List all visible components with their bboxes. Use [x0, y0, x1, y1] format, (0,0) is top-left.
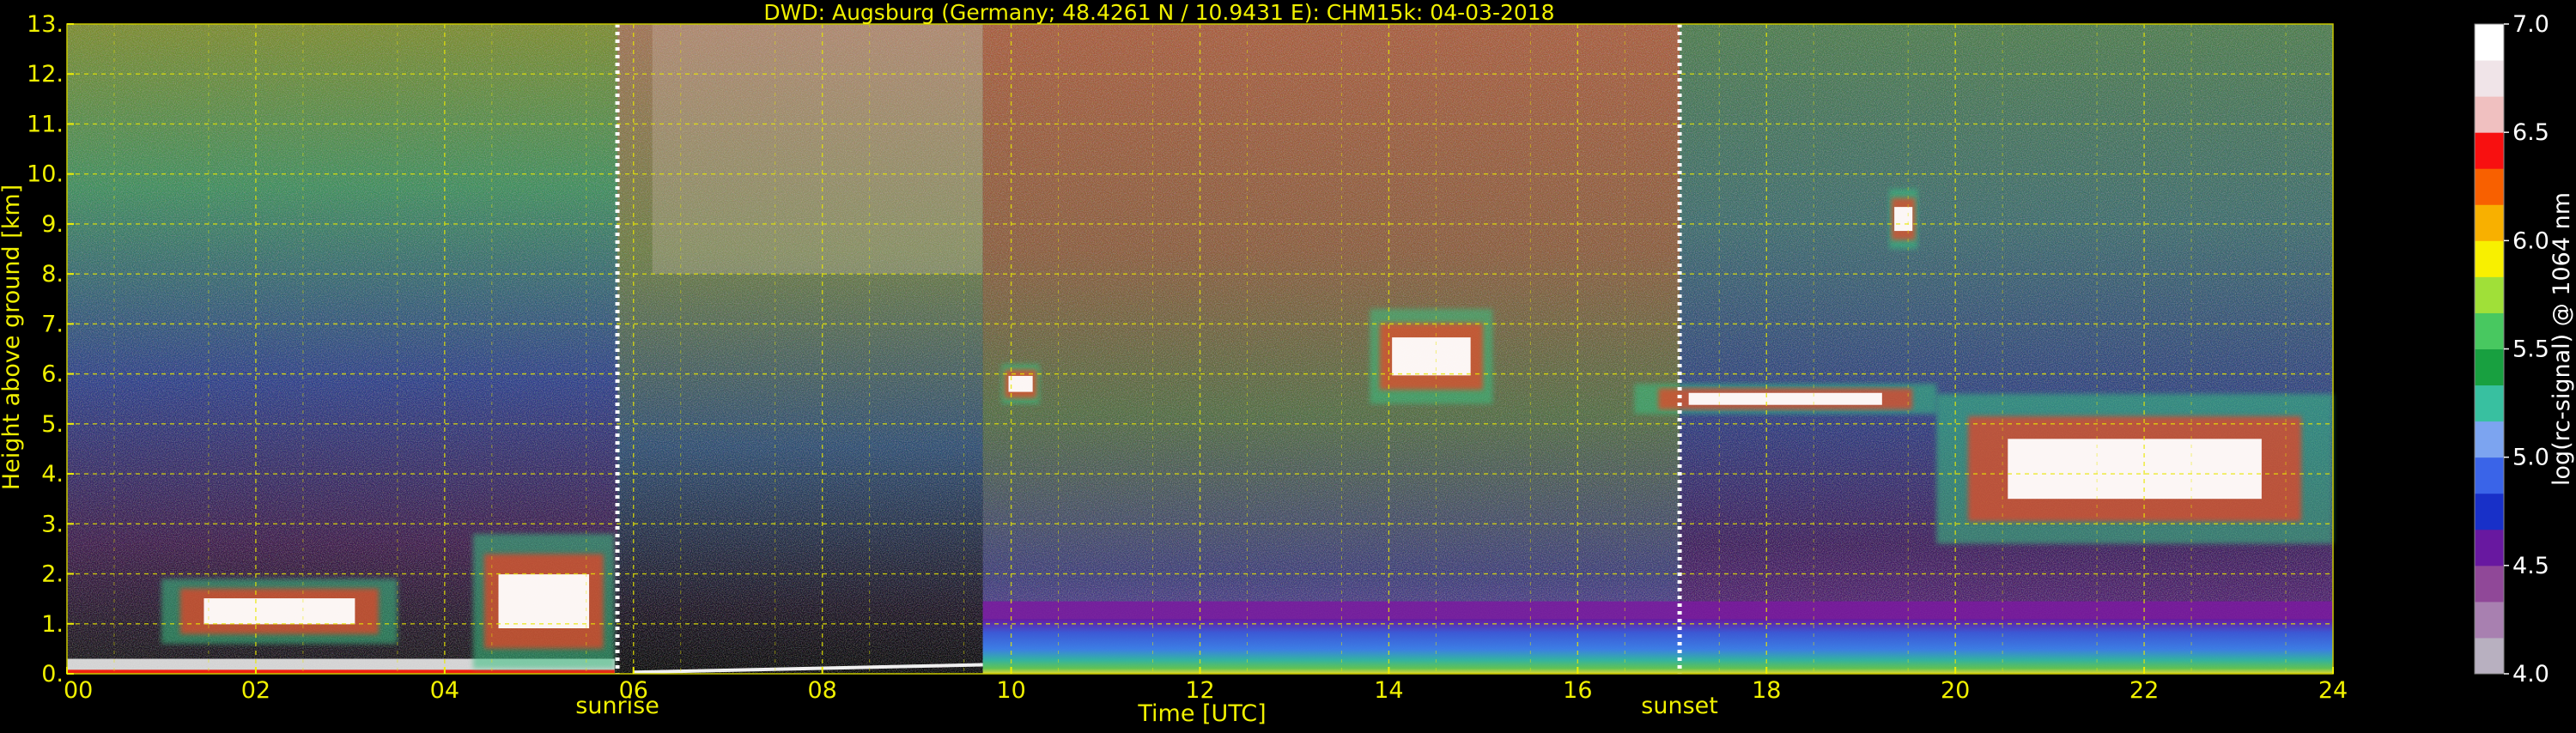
colorbar-segment-7 [2475, 385, 2504, 422]
colorbar-segment-11 [2475, 240, 2504, 277]
chart-title: DWD: Augsburg (Germany; 48.4261 N / 10.9… [763, 0, 1554, 25]
x-tick-label-9: 18 [1752, 677, 1781, 704]
y-tick-label-13: 13. [27, 11, 64, 38]
residual-layer-1 [982, 601, 2333, 619]
x-tick-label-4: 08 [807, 677, 836, 704]
y-axis-label: Height above ground [km] [0, 185, 25, 490]
colorbar-segment-0 [2475, 637, 2504, 675]
colorbar-tick-label-3: 5.5 [2512, 336, 2549, 363]
colorbar-segment-9 [2475, 312, 2504, 349]
colorbar-segment-12 [2475, 204, 2504, 241]
marker-label-sunset: sunset [1641, 693, 1718, 719]
colorbar-segment-16 [2475, 60, 2504, 97]
colorbar-segment-13 [2475, 168, 2504, 205]
x-axis-label: Time [UTC] [1137, 700, 1266, 727]
colorbar-segment-4 [2475, 493, 2504, 530]
colorbar-segment-3 [2475, 529, 2504, 566]
y-tick-label-9: 9. [41, 211, 64, 238]
chart-svg: sunrise sunset 00 02 04 06 08 10 12 14 16 18 20 22 24… [0, 0, 2575, 727]
x-tick-label-3: 06 [619, 677, 648, 704]
y-tick-label-8: 8. [41, 261, 64, 288]
y-tick-label-11: 11. [27, 111, 64, 137]
x-tick-label-2: 04 [430, 677, 459, 704]
colorbar-tick-label-4: 6.0 [2512, 227, 2549, 254]
x-tick-label-7: 14 [1374, 677, 1403, 704]
colorbar-segment-17 [2475, 24, 2504, 61]
colorbar-tick-label-1: 4.5 [2512, 553, 2549, 579]
y-tick-label-4: 4. [41, 461, 64, 488]
y-tick-label-0: 0. [41, 661, 64, 688]
colorbar-segment-8 [2475, 348, 2504, 386]
boundary-layer-1 [982, 618, 2333, 674]
colorbar-segment-6 [2475, 421, 2504, 458]
colorbar-segment-14 [2475, 132, 2504, 169]
cloud-core-5 [204, 598, 355, 625]
y-tick-label-5: 5. [41, 411, 64, 438]
x-tick-label-10: 20 [1941, 677, 1970, 704]
colorbar-tick-label-6: 7.0 [2512, 11, 2549, 38]
y-tick-label-2: 2. [41, 561, 64, 588]
x-tick-label-1: 02 [241, 677, 270, 704]
cloud-core-3 [1008, 375, 1033, 392]
colorbar-segment-10 [2475, 276, 2504, 313]
colorbar-segment-5 [2475, 457, 2504, 494]
y-tick-label-7: 7. [41, 311, 64, 337]
x-tick-label-5: 10 [996, 677, 1025, 704]
colorbar-segment-1 [2475, 601, 2504, 639]
daylight-noise [652, 24, 983, 275]
colorbar-label: log(rc-signal) @ 1064 nm [2549, 192, 2575, 486]
colorbar-tick-label-5: 6.5 [2512, 119, 2549, 146]
colorbar: 4.0 4.5 5.0 5.5 6.0 6.5 7.0 [2474, 11, 2549, 688]
y-tick-label-10: 10. [27, 161, 64, 188]
ceilometer-chart: sunrise sunset 00 02 04 06 08 10 12 14 16 18 20 22 24… [0, 0, 2576, 730]
colorbar-segment-2 [2475, 565, 2504, 603]
cloud-core-6 [498, 574, 590, 629]
cloud-core-4 [1894, 207, 1913, 232]
cloud-core-0 [1688, 392, 1882, 405]
colorbar-tick-label-2: 5.0 [2512, 445, 2549, 471]
cloud-core-2 [1392, 337, 1471, 376]
y-tick-label-1: 1. [41, 611, 64, 638]
x-tick-label-12: 24 [2318, 677, 2348, 704]
colorbar-tick-label-0: 4.0 [2512, 661, 2549, 688]
y-tick-label-6: 6. [41, 361, 64, 388]
cloud-core-1 [2008, 439, 2262, 500]
x-tick-label-0: 00 [64, 677, 93, 704]
x-tick-label-8: 16 [1563, 677, 1592, 704]
y-tick-label-3: 3. [41, 511, 64, 537]
y-tick-label-12: 12. [27, 61, 64, 88]
colorbar-segment-15 [2475, 96, 2504, 133]
x-tick-label-11: 22 [2129, 677, 2159, 704]
